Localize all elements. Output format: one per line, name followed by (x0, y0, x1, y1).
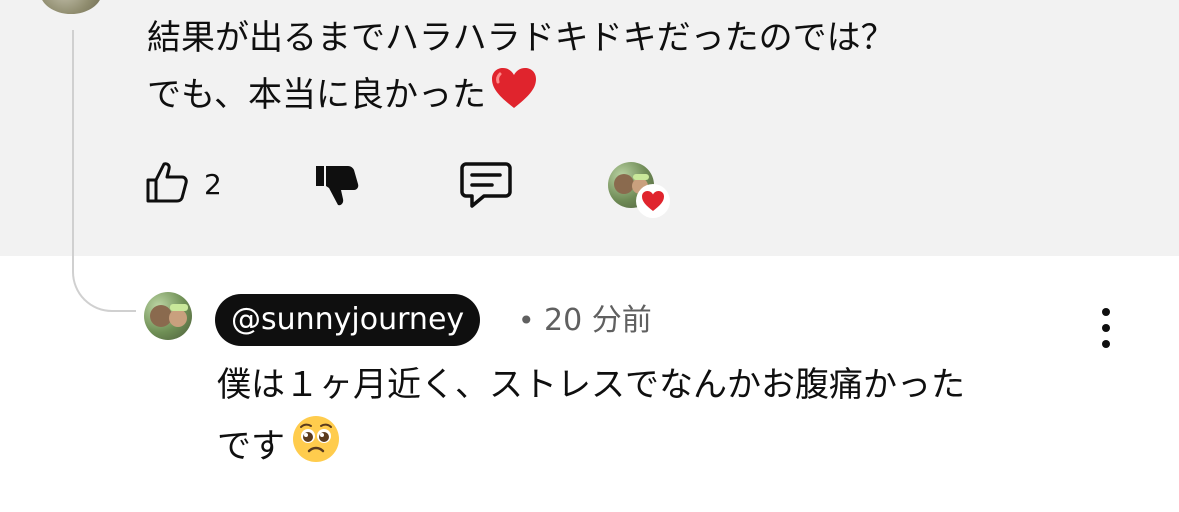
creator-heart-badge (608, 160, 672, 218)
comment-reply-icon (460, 160, 512, 214)
reply-button[interactable] (460, 160, 512, 214)
thumbs-down-icon (314, 162, 360, 212)
more-options-button[interactable] (1092, 308, 1120, 352)
heart-icon (636, 184, 670, 218)
reply-author-avatar[interactable] (144, 292, 192, 340)
more-vert-dot (1102, 340, 1110, 348)
parent-comment-panel: 結果が出るまでハラハラドキドキだったのでは？ でも、本当に良かった 2 (0, 0, 1179, 256)
parent-comment-text: 結果が出るまでハラハラドキドキだったのでは？ でも、本当に良かった (147, 10, 895, 127)
meta-separator: • (518, 304, 535, 337)
thumbs-up-icon (144, 160, 190, 208)
red-heart-emoji-icon (490, 66, 538, 127)
reply-timestamp: 20 分前 (544, 303, 652, 338)
more-vert-icon (1102, 308, 1110, 316)
reply-comment-text: 僕は１ヶ月近く、ストレスでなんかお腹痛かった です (217, 356, 965, 482)
like-count: 2 (204, 167, 222, 201)
dislike-button[interactable] (314, 162, 360, 212)
pleading-face-emoji-icon (291, 414, 341, 482)
more-vert-dot (1102, 324, 1110, 332)
reply-line1: 僕は１ヶ月近く、ストレスでなんかお腹痛かった (217, 365, 965, 405)
like-button[interactable]: 2 (144, 160, 222, 208)
parent-comment-line2: でも、本当に良かった (147, 75, 486, 115)
reply-line2: です (217, 426, 285, 467)
reply-author-chip[interactable]: @sunnyjourney (215, 294, 481, 346)
parent-comment-line1: 結果が出るまでハラハラドキドキだったのでは？ (147, 18, 895, 58)
thread-connector-line (72, 30, 136, 312)
parent-avatar[interactable] (40, 0, 102, 14)
